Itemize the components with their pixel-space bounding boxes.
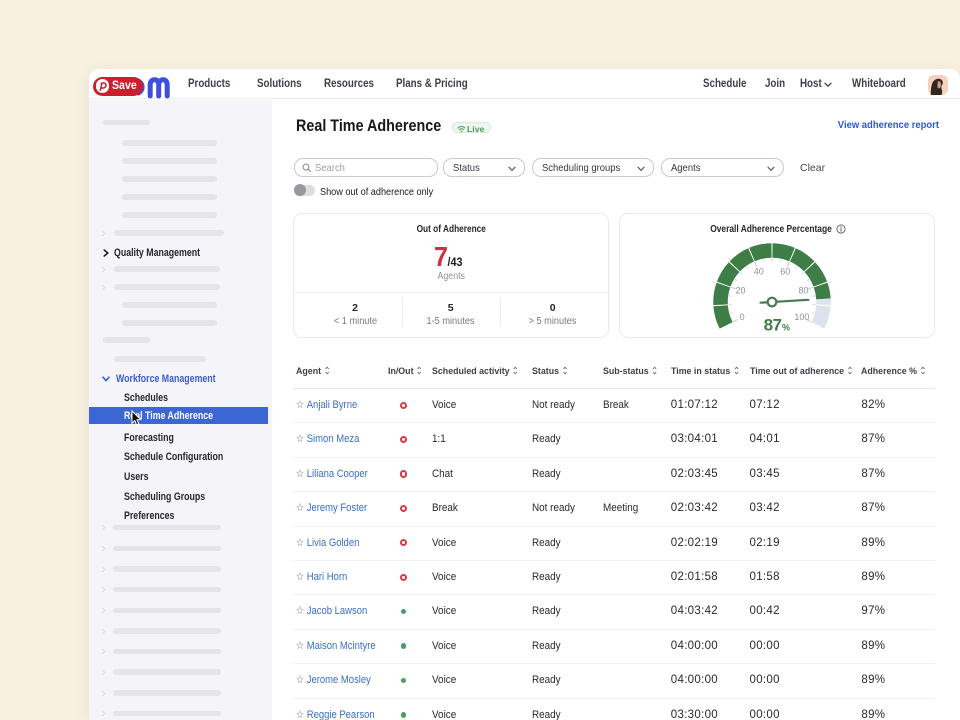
svg-text:100: 100 [794, 312, 809, 322]
svg-text:%: % [782, 322, 790, 332]
svg-text:60: 60 [780, 266, 790, 276]
svg-text:20: 20 [735, 286, 745, 296]
svg-text:0: 0 [740, 312, 745, 322]
svg-text:80: 80 [799, 286, 809, 296]
svg-text:40: 40 [754, 266, 764, 276]
svg-text:87: 87 [764, 315, 782, 334]
